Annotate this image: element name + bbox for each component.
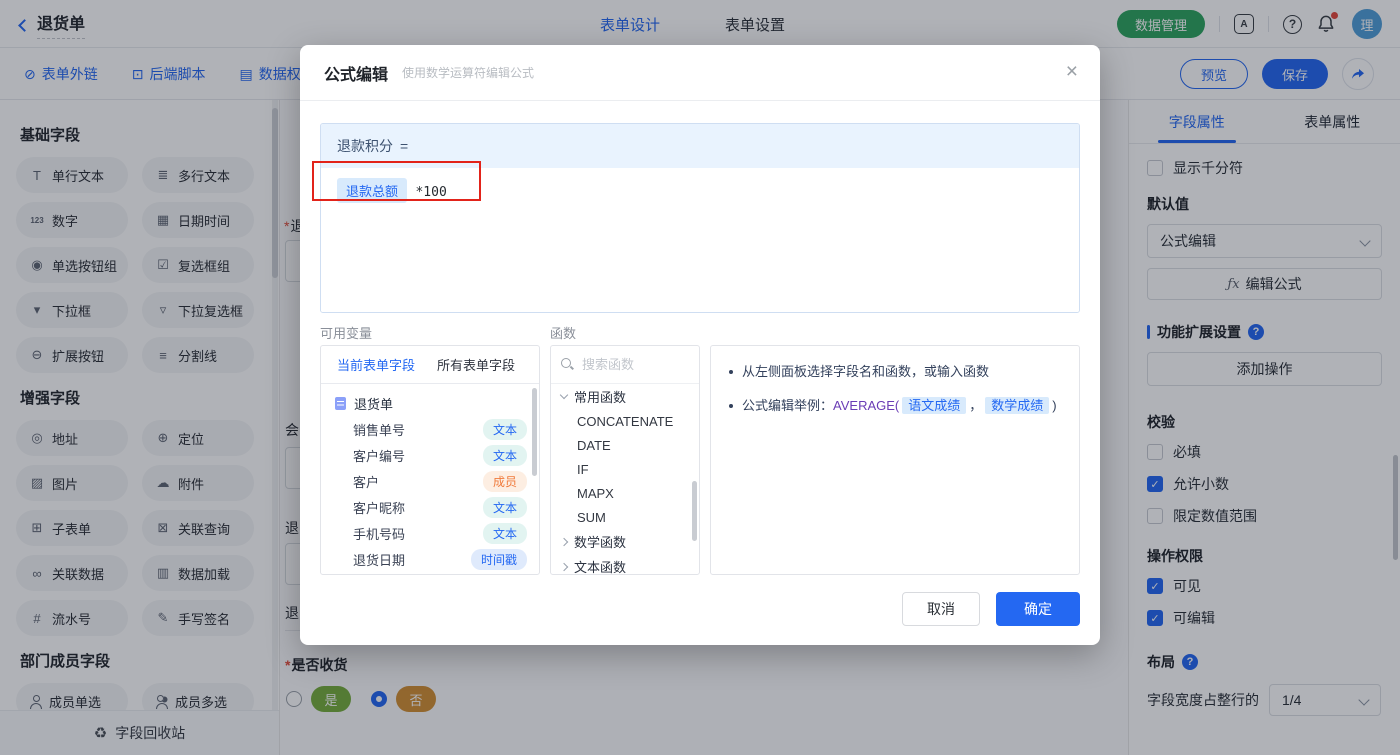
field-type-badge: 文本 (482, 496, 527, 518)
variable-field-row[interactable]: 销售单号 文本 (321, 416, 539, 442)
function-item[interactable]: DATE (551, 433, 699, 457)
functions-panel: 常用函数 CONCATENATEDATEIFMAPXSUM 数学函数文本函数 (550, 345, 700, 575)
function-search-row (551, 346, 699, 384)
field-type-badge: 文本 (482, 522, 527, 544)
field-type-badge: 成员 (482, 470, 527, 492)
bullet-icon (729, 404, 733, 408)
function-item[interactable]: MAPX (551, 481, 699, 505)
confirm-button[interactable]: 确定 (996, 592, 1080, 626)
close-icon[interactable]: × (1066, 61, 1078, 82)
formula-help-panel: 从左侧面板选择字段名和函数，或输入函数 公式编辑举例：AVERAGE(语文成绩，… (710, 345, 1080, 575)
modal-header: 公式编辑 使用数学运算符编辑公式 (300, 45, 1100, 101)
chevron-right-icon (559, 562, 569, 571)
form-tree-node[interactable]: 退货单 (321, 390, 539, 416)
variables-label: 可用变量 (320, 326, 373, 341)
variable-field-name: 客户昵称 (353, 500, 406, 516)
chevron-down-icon (559, 390, 569, 400)
cancel-button[interactable]: 取消 (902, 592, 980, 626)
field-type-badge: 文本 (482, 418, 527, 440)
function-group-name: 常用函数 (574, 390, 627, 405)
variables-panel: 当前表单字段 所有表单字段 退货单 销售单号 文本 客户编号 文本 客户 成员 客户昵称 文本… (320, 345, 540, 575)
function-item[interactable]: CONCATENATE (551, 409, 699, 433)
function-group-name: 数学函数 (574, 535, 627, 550)
help-tip-2: 公式编辑举例：AVERAGE(语文成绩，数学成绩) (729, 396, 1061, 416)
form-doc-icon (335, 396, 346, 410)
example-field-chip: 数学成绩 (985, 397, 1050, 414)
formula-expression: *100 (415, 185, 447, 200)
function-search-input[interactable] (582, 357, 682, 372)
variable-field-row[interactable]: 手机号码 文本 (321, 520, 539, 546)
variable-field-name: 客户编号 (353, 448, 406, 464)
field-type-badge: 文本 (482, 444, 527, 466)
example-field-chip: 语文成绩 (902, 397, 967, 414)
form-node-label: 退货单 (354, 396, 394, 412)
formula-target-bar: 退款积分 = (321, 124, 1079, 168)
search-icon (561, 358, 574, 371)
formula-input-area[interactable]: 退款总额 *100 (321, 168, 1079, 312)
modal-subtitle: 使用数学运算符编辑公式 (402, 66, 535, 80)
variable-field-name: 销售单号 (353, 422, 406, 438)
help-tip-1: 从左侧面板选择字段名和函数，或输入函数 (729, 362, 1061, 382)
variable-field-row[interactable]: 客户 成员 (321, 468, 539, 494)
variable-field-name: 退货日期 (353, 552, 406, 568)
variable-field-row[interactable]: 退货日期 时间戳 (321, 546, 539, 572)
functions-scrollbar-thumb[interactable] (692, 481, 697, 541)
chevron-right-icon (559, 537, 569, 546)
tab-all-form-fields[interactable]: 所有表单字段 (437, 355, 515, 374)
formula-target-field: 退款积分 (337, 138, 393, 154)
variables-scrollbar-thumb[interactable] (532, 388, 537, 476)
variables-tabs: 当前表单字段 所有表单字段 (321, 346, 539, 384)
function-item[interactable]: SUM (551, 505, 699, 529)
field-type-badge: 时间戳 (470, 548, 527, 570)
function-item[interactable]: IF (551, 457, 699, 481)
form-designer-app: 退货单 表单设计 表单设置 数据管理 A ? 理 ⊘ 表单外链 ⊡ 后端脚本 ▤ 数据权 (0, 0, 1400, 755)
modal-title: 公式编辑 (324, 66, 389, 84)
function-group-collapsed[interactable]: 数学函数 (551, 529, 699, 554)
tab-current-form-fields[interactable]: 当前表单字段 (337, 355, 415, 374)
variable-field-row[interactable]: 客户昵称 文本 (321, 494, 539, 520)
bullet-icon (729, 370, 733, 374)
equals-sign: = (400, 138, 409, 154)
function-group-name: 文本函数 (574, 560, 627, 575)
formula-field-chip[interactable]: 退款总额 (337, 178, 408, 203)
formula-edit-modal: 公式编辑 使用数学运算符编辑公式 × 退款积分 = 退款总额 *100 可用变量… (300, 45, 1100, 645)
function-group-collapsed[interactable]: 文本函数 (551, 554, 699, 575)
variable-field-name: 客户 (353, 474, 380, 490)
modal-footer: 取消 确定 (902, 592, 1080, 626)
variable-field-name: 手机号码 (353, 526, 406, 542)
variable-field-row[interactable]: 客户编号 文本 (321, 442, 539, 468)
functions-label: 函数 (550, 326, 577, 341)
example-function-name: AVERAGE( (833, 398, 900, 413)
function-group-expanded[interactable]: 常用函数 (551, 384, 699, 409)
formula-editor: 退款积分 = 退款总额 *100 (320, 123, 1080, 313)
